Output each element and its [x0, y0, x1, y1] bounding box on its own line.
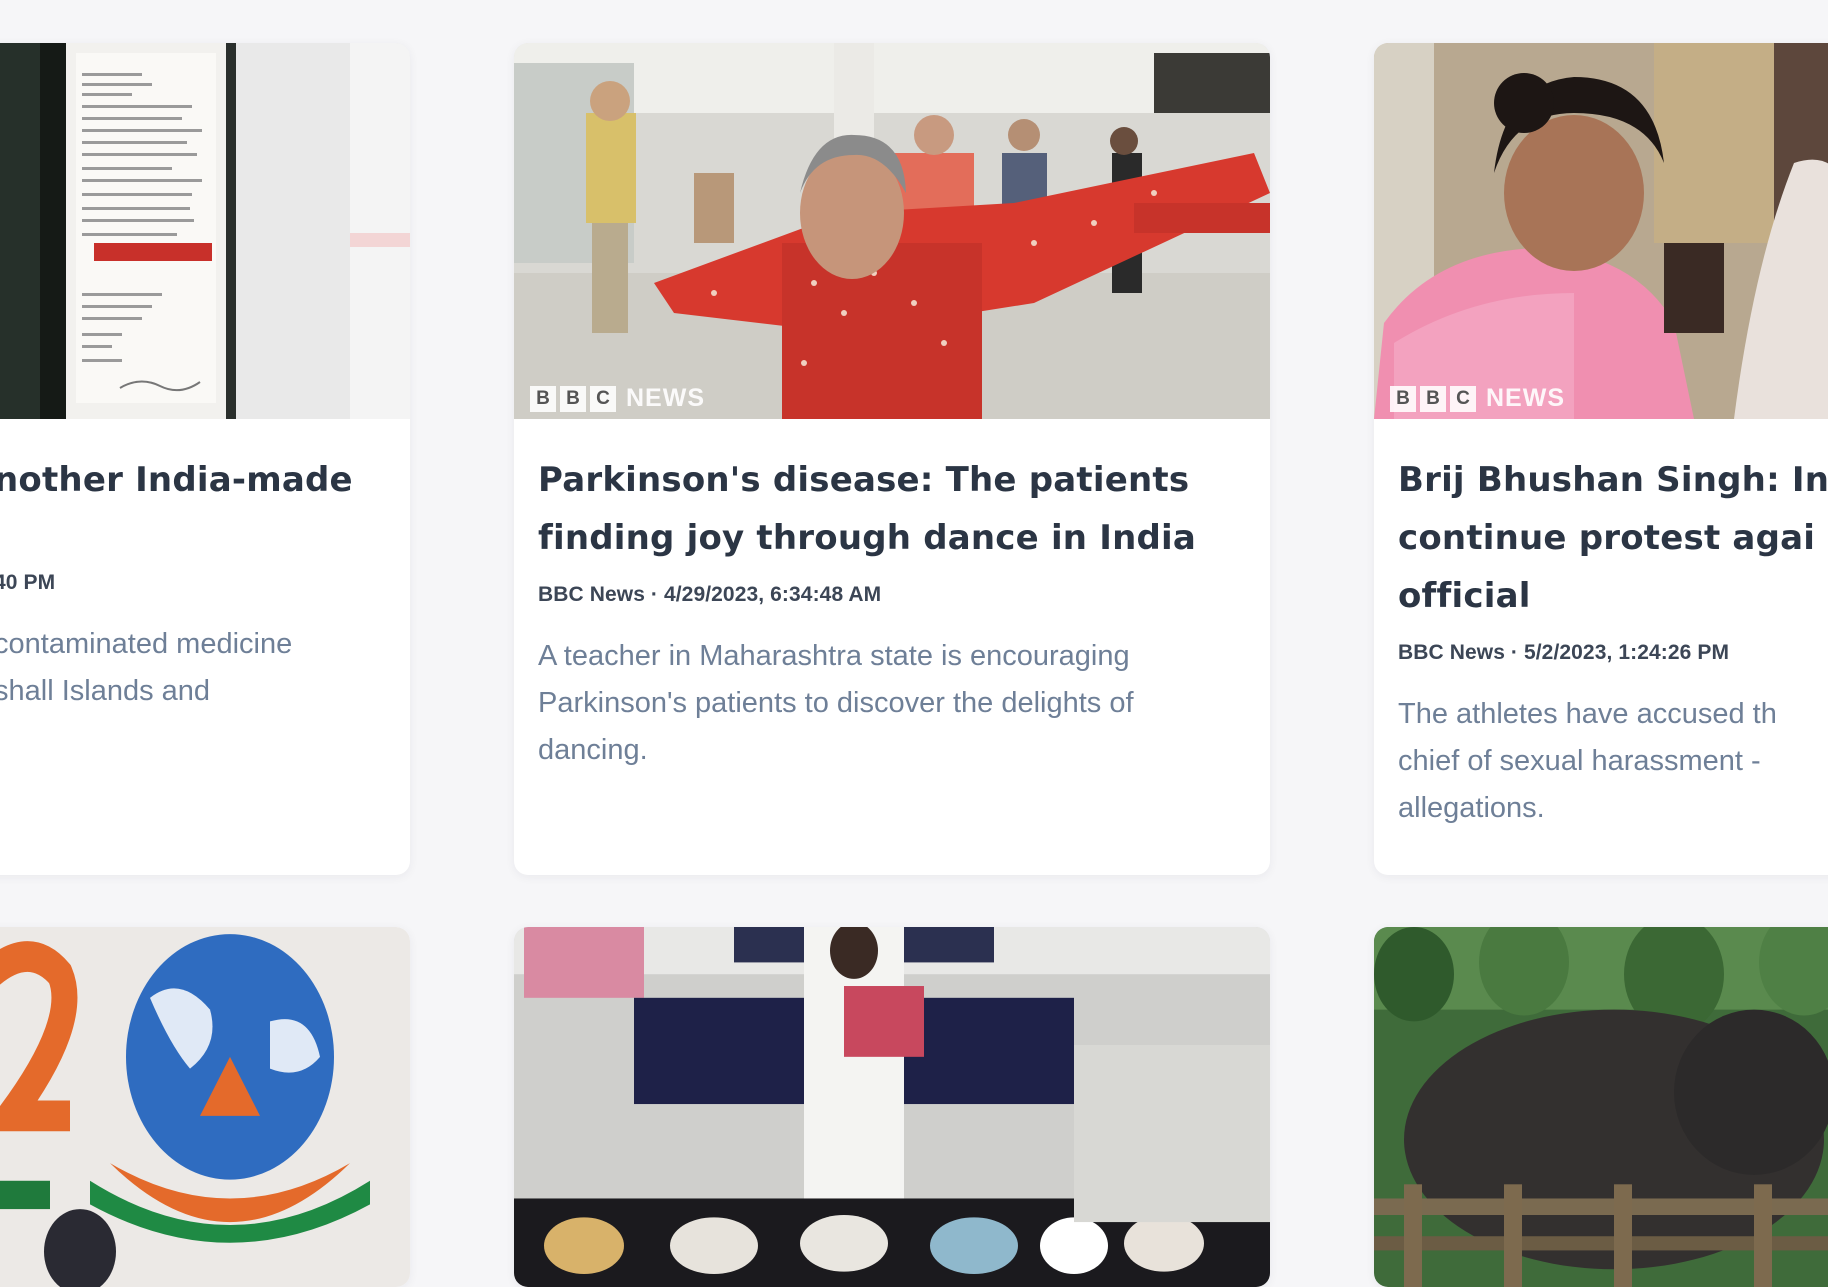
description-line: allegations. [1398, 792, 1545, 824]
bbc-logo-block: C [1450, 385, 1476, 412]
news-card-title[interactable]: Brij Bhushan Singh: Inc continue protest… [1398, 451, 1828, 625]
description-line: contaminated medicine [0, 628, 293, 660]
g20-logo-photo [0, 927, 410, 1287]
description-line: chief of sexual harassment - [1398, 745, 1761, 777]
bbc-logo-block: B [1420, 385, 1446, 412]
description-line: The athletes have accused th [1398, 698, 1777, 730]
news-card-meta: BBC News · 5/2/2023, 1:24:26 PM [1398, 641, 1730, 664]
news-card-newborn-ward[interactable] [514, 927, 1270, 1287]
news-card-image [1374, 927, 1828, 1287]
title-line: continue protest agai [1398, 518, 1816, 558]
elephant-photo [1374, 927, 1828, 1287]
medicine-document-photo [0, 43, 410, 419]
news-card-image [0, 927, 410, 1287]
news-card-image: B B C NEWS [1374, 43, 1828, 419]
news-card-contaminated-medicine[interactable]: nother India-made 40 PM contaminated med… [0, 43, 410, 875]
description-line: shall Islands and [0, 675, 211, 707]
news-card-g20[interactable] [0, 927, 410, 1287]
news-card-title[interactable]: Parkinson's disease: The patients findin… [538, 451, 1246, 567]
bbc-logo-block: C [590, 385, 616, 412]
news-card-brij-bhushan[interactable]: B B C NEWS Brij Bhushan Singh: Inc conti… [1374, 43, 1828, 875]
bbc-news-watermark: B B C NEWS [1390, 384, 1565, 413]
bbc-logo-block: B [530, 385, 556, 412]
news-card-description: contaminated medicine shall Islands and [0, 621, 410, 715]
bbc-news-label: NEWS [1486, 384, 1565, 412]
news-grid: nother India-made 40 PM contaminated med… [0, 0, 1828, 1287]
news-card-elephant[interactable] [1374, 927, 1828, 1287]
news-card-meta: 40 PM [0, 571, 56, 594]
news-card-image [514, 927, 1270, 1287]
hospital-newborn-photo [514, 927, 1270, 1287]
protest-athlete-photo [1374, 43, 1828, 419]
news-card-title[interactable]: nother India-made [0, 451, 410, 509]
news-card-description: A teacher in Maharashtra state is encour… [538, 640, 1134, 766]
news-card-meta: BBC News · 4/29/2023, 6:34:48 AM [538, 583, 882, 606]
dance-class-photo [514, 43, 1270, 419]
news-card-image: B B C NEWS [514, 43, 1270, 419]
bbc-news-watermark: B B C NEWS [530, 384, 705, 413]
title-line: Brij Bhushan Singh: Inc [1398, 460, 1828, 500]
bbc-news-label: NEWS [626, 384, 705, 412]
title-line: official [1398, 576, 1531, 616]
bbc-logo-block: B [560, 385, 586, 412]
bbc-logo-block: B [1390, 385, 1416, 412]
news-card-parkinsons[interactable]: B B C NEWS Parkinson's disease: The pati… [514, 43, 1270, 875]
news-card-image [0, 43, 410, 419]
news-card-description: The athletes have accused th chief of se… [1398, 691, 1828, 832]
